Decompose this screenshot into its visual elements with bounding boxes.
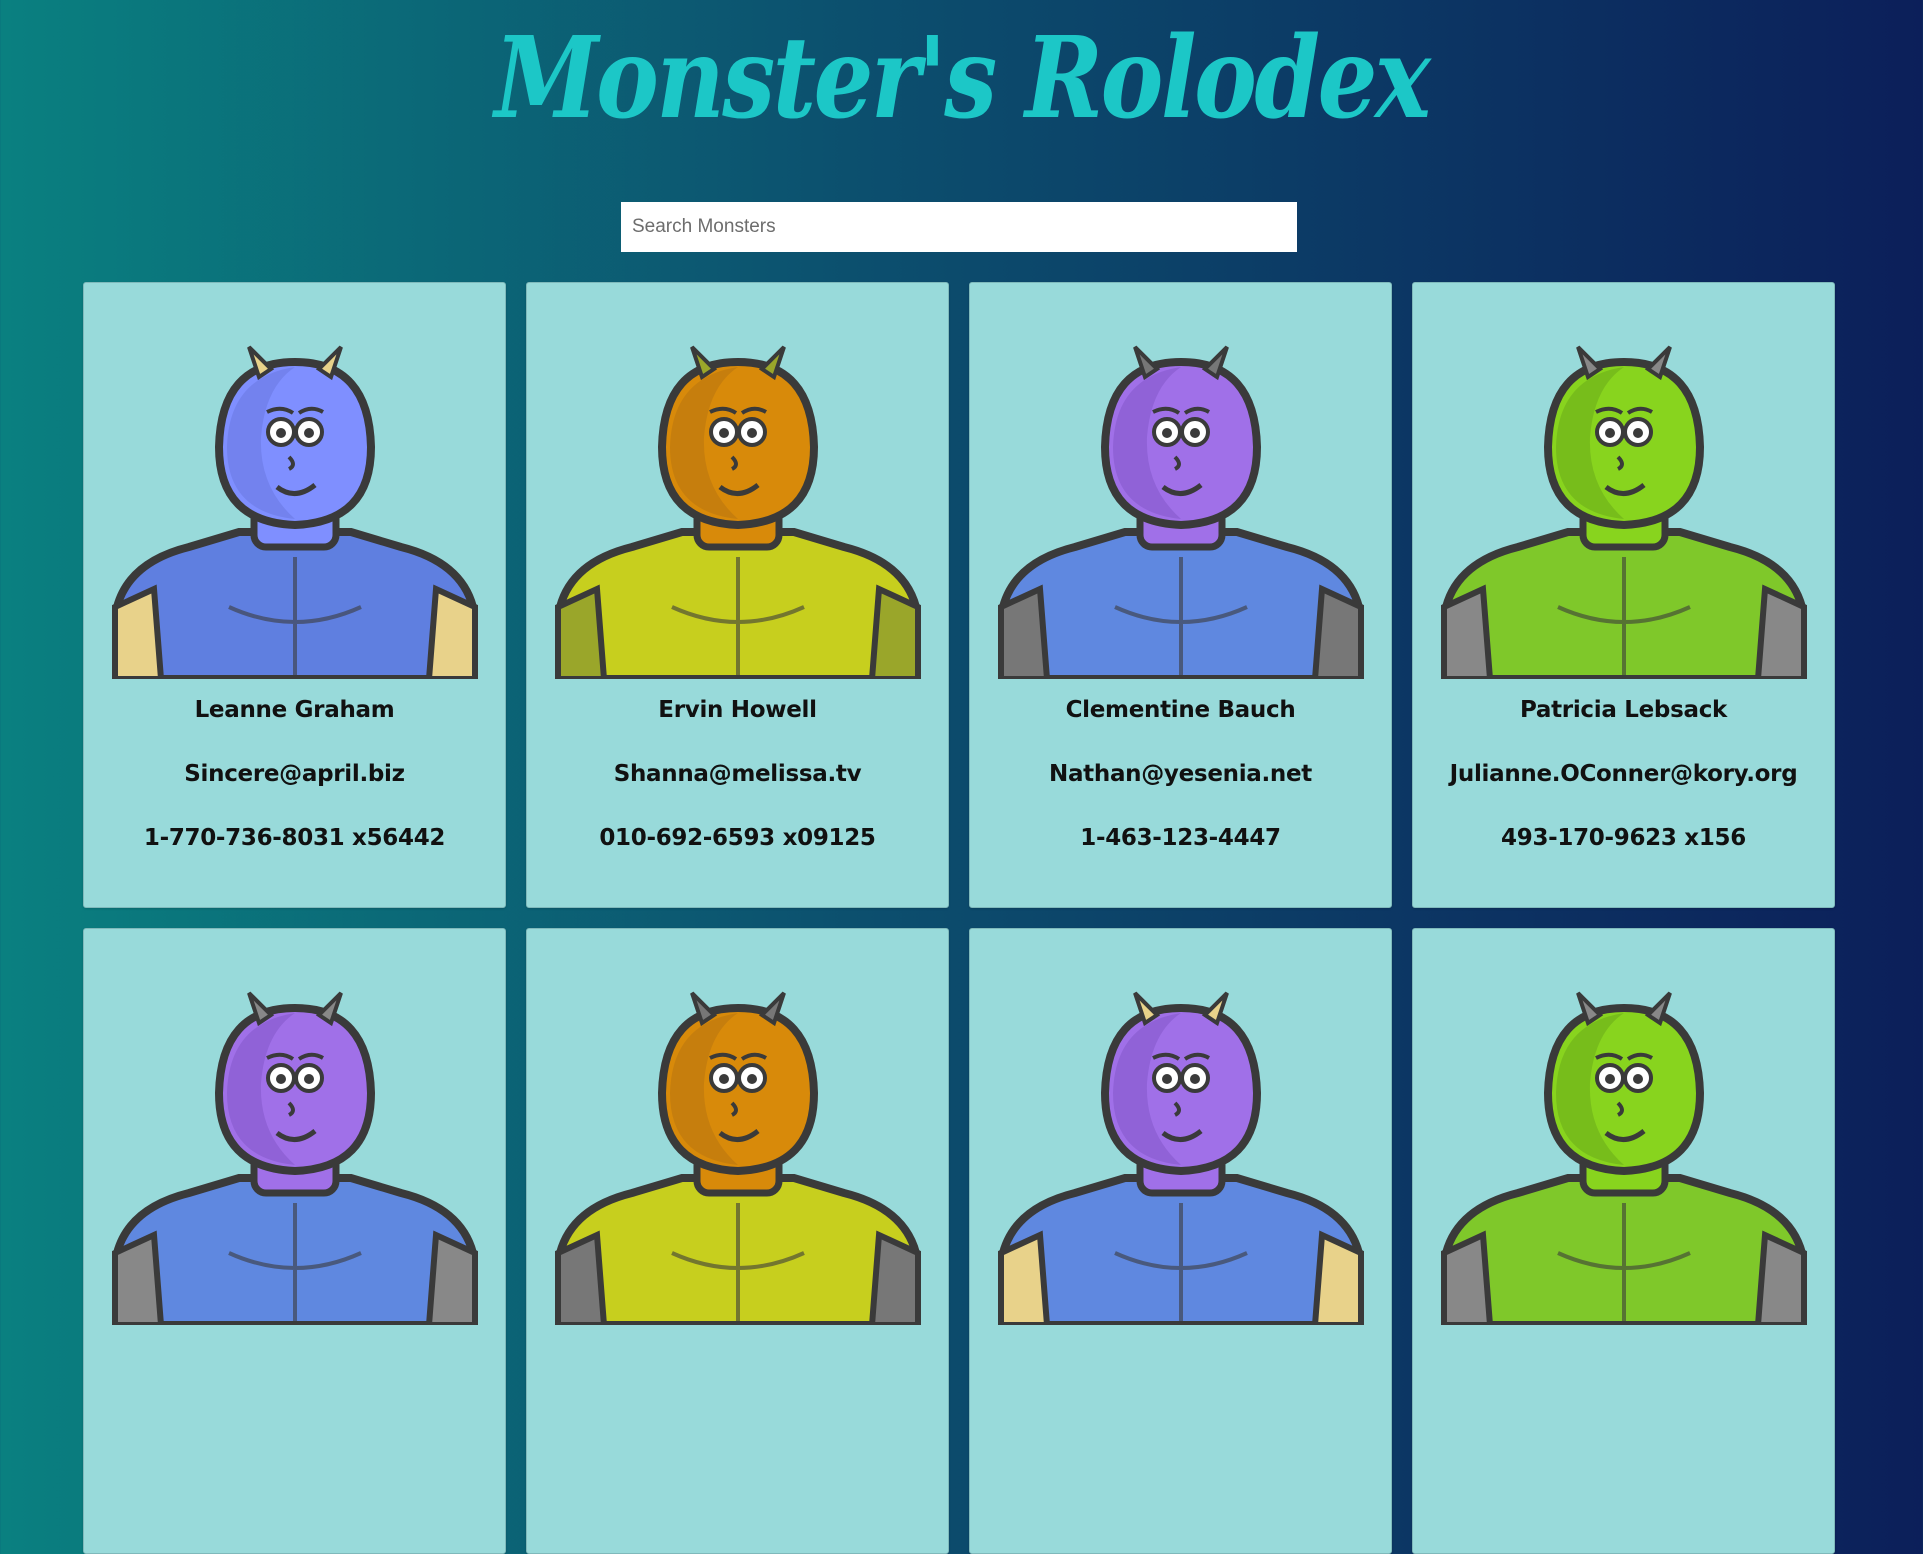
monster-avatar [1440, 991, 1807, 1325]
monster-name: Clementine Bauch [1065, 697, 1296, 723]
monster-avatar [1440, 345, 1807, 679]
monster-phone: 1-770-736-8031 x56442 [143, 825, 446, 851]
app-title: Monster's Rolodex [494, 13, 1431, 144]
monster-phone: 493-170-9623 x156 [1501, 825, 1746, 851]
monster-name: Ervin Howell [658, 697, 817, 723]
search-input[interactable] [621, 202, 1297, 252]
monster-avatar [111, 991, 478, 1325]
card-list: Leanne Graham Sincere@april.biz 1-770-73… [83, 282, 1841, 1554]
monster-email: Nathan@yesenia.net [1049, 761, 1312, 787]
monster-card[interactable]: Leanne Graham Sincere@april.biz 1-770-73… [83, 282, 506, 908]
monster-card[interactable] [83, 928, 506, 1554]
monster-avatar [554, 345, 921, 679]
monster-card[interactable] [969, 928, 1392, 1554]
monster-card[interactable]: Patricia Lebsack Julianne.OConner@kory.o… [1412, 282, 1835, 908]
monster-card[interactable]: Ervin Howell Shanna@melissa.tv 010-692-6… [526, 282, 949, 908]
monster-email: Sincere@april.biz [184, 761, 405, 787]
monster-card[interactable] [526, 928, 949, 1554]
monster-avatar [554, 991, 921, 1325]
monster-avatar [997, 991, 1364, 1325]
monster-phone: 1-463-123-4447 [1080, 825, 1281, 851]
monster-phone: 010-692-6593 x09125 [599, 825, 876, 851]
monster-card[interactable]: Clementine Bauch Nathan@yesenia.net 1-46… [969, 282, 1392, 908]
monster-name: Patricia Lebsack [1519, 697, 1728, 723]
monster-name: Leanne Graham [194, 697, 395, 723]
monster-email: Shanna@melissa.tv [613, 761, 862, 787]
monster-avatar [997, 345, 1364, 679]
monster-email: Julianne.OConner@kory.org [1449, 761, 1798, 787]
monster-avatar [111, 345, 478, 679]
monster-card[interactable] [1412, 928, 1835, 1554]
